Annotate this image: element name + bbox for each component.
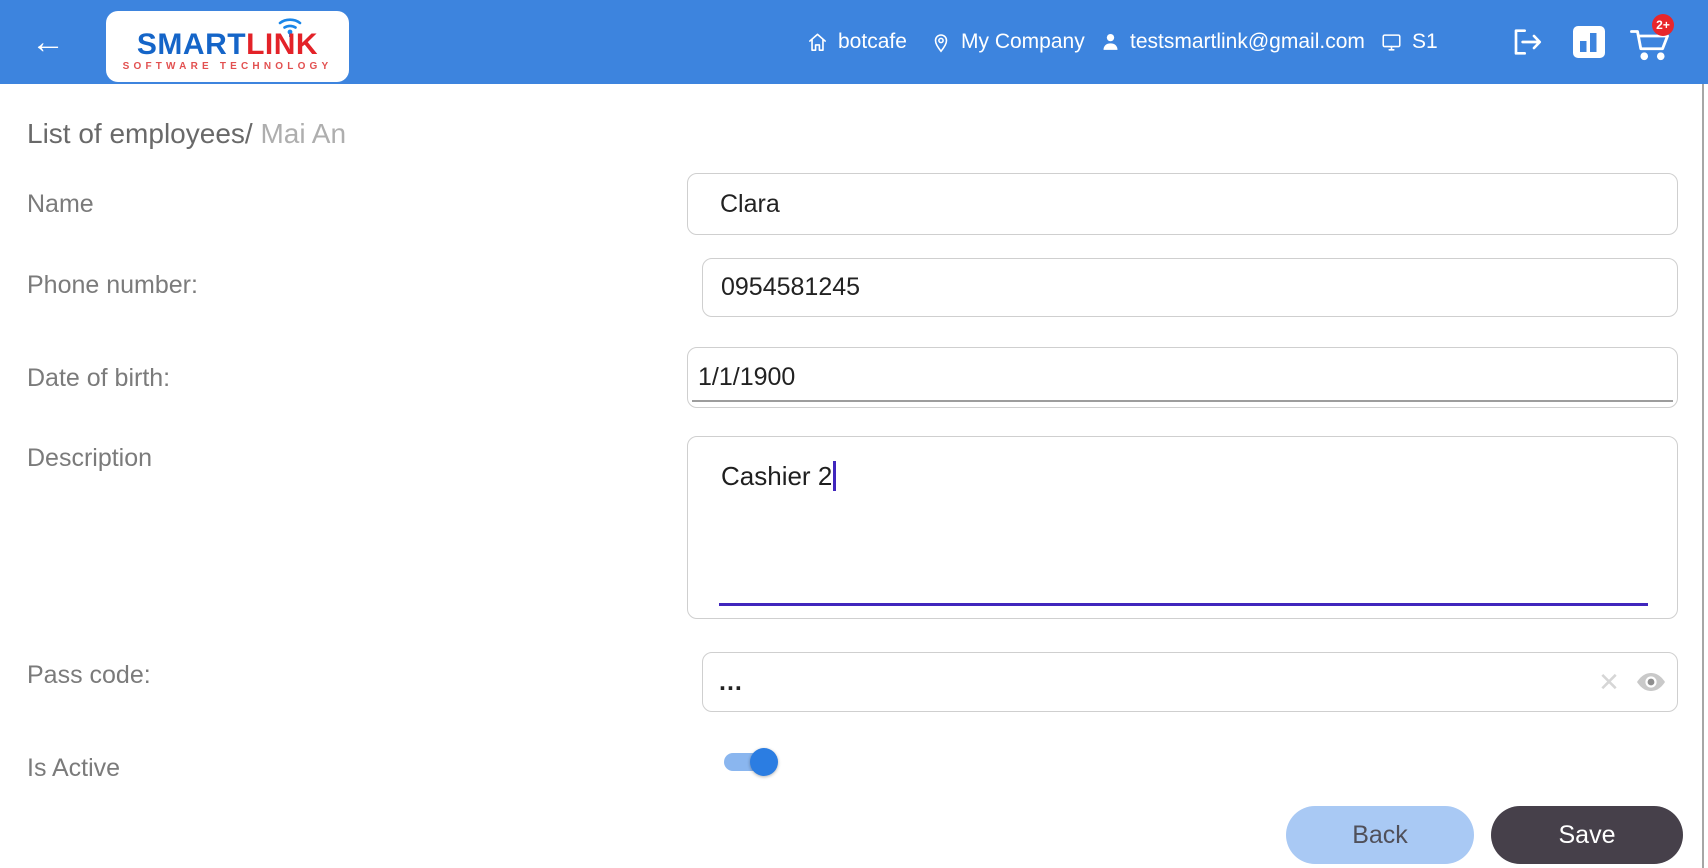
location-pin-icon (930, 31, 952, 54)
is-active-toggle[interactable] (724, 748, 778, 776)
breadcrumb: List of employees/ Mai An (27, 118, 346, 150)
passcode-label: Pass code: (27, 661, 151, 690)
dob-input[interactable] (698, 348, 1661, 407)
brand-part-smart: SMART (137, 28, 246, 61)
description-text: Cashier 2 (721, 461, 836, 492)
user-icon (1100, 31, 1121, 53)
phone-field-box (702, 258, 1678, 317)
dob-label: Date of birth: (27, 364, 170, 393)
smartlink-logo: SMARTLINK SOFTWARE TECHNOLOGY (106, 11, 349, 82)
logout-icon[interactable] (1508, 0, 1544, 84)
employee-edit-page: ← SMARTLINK SOFTWARE TECHNOLOGY botcafe (0, 0, 1708, 868)
brand-part-link: LINK (246, 28, 318, 61)
dob-field-box (687, 347, 1678, 408)
nav-account[interactable]: testsmartlink@gmail.com (1100, 0, 1365, 84)
phone-input[interactable] (721, 259, 1661, 316)
toggle-thumb (750, 748, 778, 776)
passcode-field-box: ✕ (702, 652, 1678, 712)
home-icon (806, 31, 829, 54)
dob-underline (692, 400, 1673, 403)
bar-chart-icon[interactable] (1572, 0, 1606, 84)
nav-station-label: S1 (1412, 30, 1438, 54)
cart-badge: 2+ (1652, 14, 1674, 36)
clear-icon[interactable]: ✕ (1595, 653, 1623, 711)
nav-company[interactable]: My Company (930, 0, 1085, 84)
name-input[interactable] (720, 174, 1661, 234)
name-field-box (687, 173, 1678, 235)
back-button[interactable]: Back (1286, 806, 1474, 864)
description-label: Description (27, 444, 152, 473)
phone-label: Phone number: (27, 271, 198, 300)
name-label: Name (27, 190, 94, 219)
description-textarea[interactable]: Cashier 2 (687, 436, 1678, 619)
nav-store[interactable]: botcafe (806, 0, 907, 84)
is-active-label: Is Active (27, 754, 120, 783)
nav-station[interactable]: S1 (1380, 0, 1438, 84)
eye-icon[interactable] (1635, 653, 1667, 711)
breadcrumb-current: Mai An (253, 118, 346, 149)
text-caret (833, 461, 836, 491)
scrollbar[interactable] (1702, 84, 1704, 868)
save-button[interactable]: Save (1491, 806, 1683, 864)
nav-account-label: testsmartlink@gmail.com (1130, 30, 1365, 54)
breadcrumb-parent[interactable]: List of employees/ (27, 118, 253, 149)
app-header: ← SMARTLINK SOFTWARE TECHNOLOGY botcafe (0, 0, 1708, 84)
cart-icon[interactable]: 2+ (1628, 0, 1674, 84)
back-arrow-icon[interactable]: ← (26, 0, 70, 84)
nav-company-label: My Company (961, 30, 1085, 54)
brand-tagline: SOFTWARE TECHNOLOGY (106, 61, 349, 72)
description-focus-underline (719, 603, 1648, 606)
passcode-input[interactable] (719, 653, 1559, 711)
nav-store-label: botcafe (838, 30, 907, 54)
brand-wordmark: SMARTLINK (106, 28, 349, 62)
monitor-icon (1380, 31, 1403, 53)
